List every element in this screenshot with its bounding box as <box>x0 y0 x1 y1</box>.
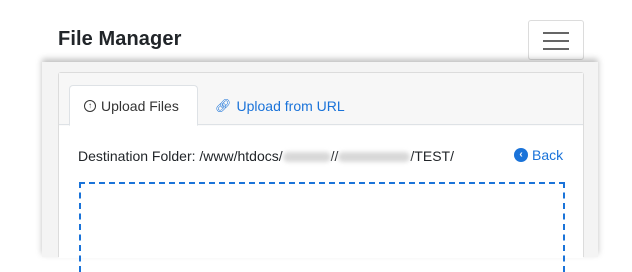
destination-suffix: /TEST/ <box>410 148 454 164</box>
chevron-left-circle-icon: ‹ <box>514 148 528 162</box>
menu-toggle-button[interactable] <box>528 20 584 60</box>
circle-arrow-up-icon: ↑ <box>84 99 96 112</box>
back-button[interactable]: ‹ Back <box>514 147 563 163</box>
upload-card: ↑ Upload Files 🔗︎ Upload from URL Destin… <box>58 72 584 272</box>
tab-bar: ↑ Upload Files 🔗︎ Upload from URL <box>59 73 583 126</box>
tab-upload-from-url-label: Upload from URL <box>236 97 345 114</box>
navbar: File Manager <box>0 0 632 64</box>
destination-prefix: Destination Folder: /www/htdocs/ <box>78 148 283 164</box>
app-title[interactable]: File Manager <box>58 28 181 51</box>
redacted-segment <box>282 152 331 163</box>
card-body: Destination Folder: /www/htdocs/ // /TEST/… <box>59 126 583 272</box>
hamburger-icon <box>543 32 569 34</box>
tab-upload-files[interactable]: ↑ Upload Files <box>69 85 198 126</box>
tab-upload-files-label: Upload Files <box>101 97 179 114</box>
redacted-segment <box>338 152 411 163</box>
destination-folder: Destination Folder: /www/htdocs/ // /TEST/ <box>78 148 454 164</box>
destination-separator: // <box>330 148 339 164</box>
tab-upload-from-url[interactable]: 🔗︎ Upload from URL <box>201 85 359 126</box>
link-icon: 🔗︎ <box>215 97 232 113</box>
file-drop-zone[interactable] <box>79 182 565 272</box>
back-label: Back <box>532 147 564 163</box>
